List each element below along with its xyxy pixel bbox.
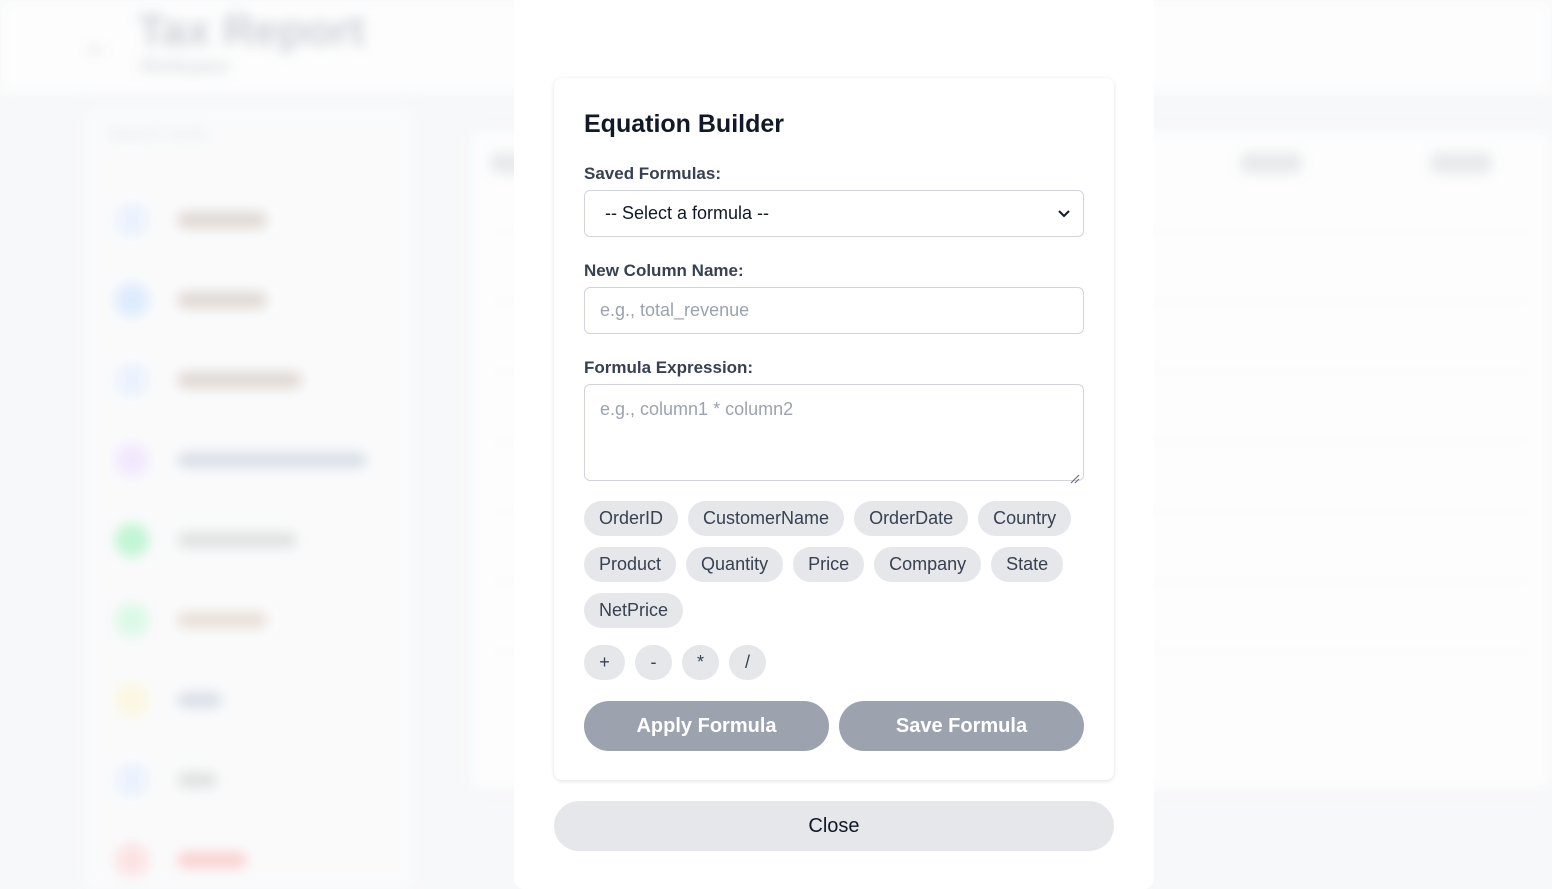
column-chip-netprice[interactable]: NetPrice xyxy=(584,593,684,628)
resize-grip-icon[interactable] xyxy=(1070,468,1080,484)
column-chip-product[interactable]: Product xyxy=(584,547,677,582)
column-chip-orderid[interactable]: OrderID xyxy=(584,501,679,536)
new-column-placeholder: e.g., total_revenue xyxy=(600,300,750,320)
apply-formula-button[interactable]: Apply Formula xyxy=(584,701,829,751)
saved-formulas-label: Saved Formulas: xyxy=(584,164,721,183)
operator-multiply-button[interactable]: * xyxy=(682,645,719,680)
column-chip-orderdate[interactable]: OrderDate xyxy=(854,501,969,536)
operator-minus-button[interactable]: - xyxy=(635,645,672,680)
operator-divide-button[interactable]: / xyxy=(729,645,766,680)
modal-title: Equation Builder xyxy=(584,110,784,138)
column-chip-quantity[interactable]: Quantity xyxy=(686,547,784,582)
equation-builder-card: Equation Builder Saved Formulas: -- Sele… xyxy=(554,78,1114,780)
new-column-label: New Column Name: xyxy=(584,261,744,280)
save-formula-button[interactable]: Save Formula xyxy=(839,701,1084,751)
column-chip-state[interactable]: State xyxy=(991,547,1064,582)
formula-expression-placeholder: e.g., column1 * column2 xyxy=(600,399,794,419)
chevron-down-icon xyxy=(1057,203,1071,228)
operator-plus-button[interactable]: + xyxy=(584,645,625,680)
new-column-input[interactable]: e.g., total_revenue xyxy=(584,287,1084,334)
column-chip-customername[interactable]: CustomerName xyxy=(688,501,845,536)
equation-builder-modal: Equation Builder Saved Formulas: -- Sele… xyxy=(514,0,1154,889)
column-chip-country[interactable]: Country xyxy=(978,501,1072,536)
saved-formulas-select[interactable]: -- Select a formula -- xyxy=(584,190,1084,237)
column-chips: OrderID CustomerName OrderDate Country P… xyxy=(584,501,1084,628)
saved-formulas-value: -- Select a formula -- xyxy=(605,203,770,223)
column-chip-price[interactable]: Price xyxy=(793,547,865,582)
formula-expression-textarea[interactable]: e.g., column1 * column2 xyxy=(584,384,1084,484)
close-button[interactable]: Close xyxy=(554,801,1114,851)
operator-buttons: + - * / xyxy=(584,645,766,680)
column-chip-company[interactable]: Company xyxy=(874,547,982,582)
formula-expression-label: Formula Expression: xyxy=(584,358,754,377)
